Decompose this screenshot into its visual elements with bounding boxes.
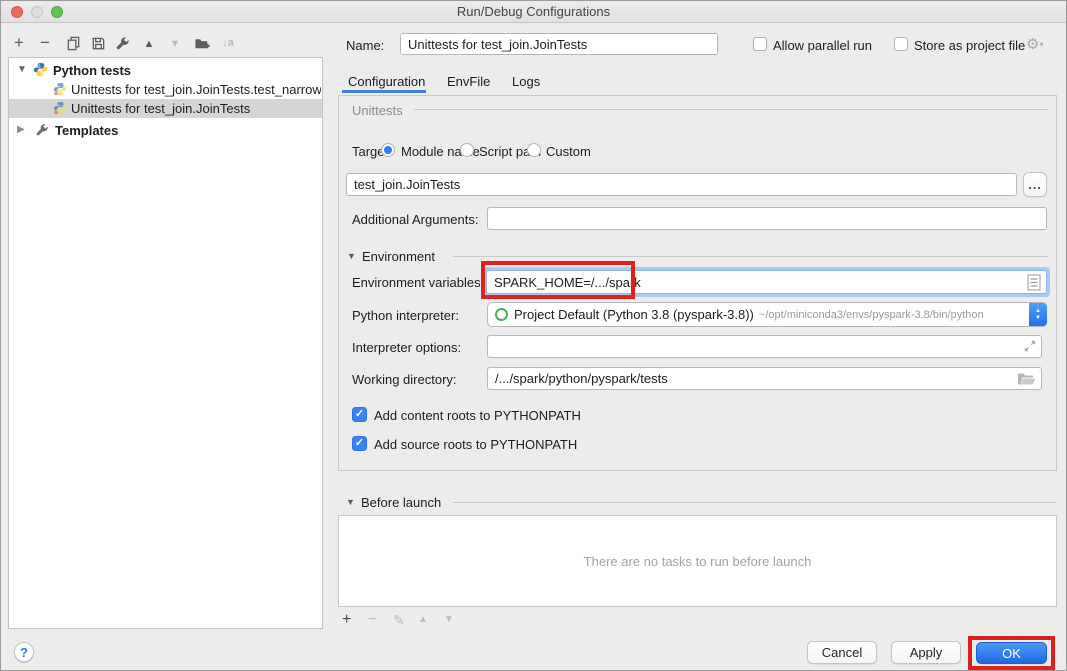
tree-item-unittests-jointests-selected[interactable]: Unittests for test_join.JoinTests	[9, 99, 322, 118]
save-configuration-icon[interactable]	[90, 35, 106, 51]
remove-task-icon: −	[368, 611, 377, 629]
before-launch-divider	[453, 502, 1056, 503]
save-icon	[91, 36, 106, 51]
before-launch-task-list: There are no tasks to run before launch	[338, 515, 1057, 607]
allow-parallel-run-checkbox[interactable]	[753, 37, 767, 51]
no-tasks-text: There are no tasks to run before launch	[584, 554, 812, 569]
ok-button[interactable]: OK	[976, 642, 1047, 664]
python-icon	[33, 62, 48, 80]
move-task-down-icon: ▼	[444, 614, 454, 625]
edit-task-icon: ✎	[393, 612, 405, 629]
add-task-icon[interactable]: +	[342, 611, 351, 629]
additional-arguments-label: Additional Arguments:	[352, 212, 478, 227]
help-button[interactable]: ?	[14, 642, 34, 662]
minimize-window-button	[31, 6, 43, 18]
interpreter-options-label: Interpreter options:	[352, 340, 461, 355]
allow-parallel-run-label[interactable]: Allow parallel run	[773, 38, 872, 53]
working-directory-label: Working directory:	[352, 372, 457, 387]
environment-group-label[interactable]: Environment	[362, 249, 435, 264]
python-interpreter-label: Python interpreter:	[352, 308, 459, 323]
remove-configuration-icon[interactable]: −	[37, 34, 53, 50]
store-as-project-file-checkbox[interactable]	[894, 37, 908, 51]
add-source-roots-label[interactable]: Add source roots to PYTHONPATH	[374, 437, 577, 452]
target-custom-radio[interactable]	[527, 143, 541, 157]
cancel-button[interactable]: Cancel	[807, 641, 877, 664]
apply-button[interactable]: Apply	[891, 641, 961, 664]
add-source-roots-checkbox[interactable]: ✓	[352, 436, 367, 451]
target-module-name-radio[interactable]	[381, 143, 395, 157]
interpreter-options-input[interactable]	[487, 335, 1042, 358]
copy-configuration-icon[interactable]	[65, 35, 81, 51]
python-test-config-icon	[53, 101, 67, 118]
tab-logs[interactable]: Logs	[512, 74, 540, 89]
environment-group-divider	[453, 256, 1048, 257]
module-name-input[interactable]	[346, 173, 1017, 196]
target-script-path-radio[interactable]	[460, 143, 474, 157]
name-input[interactable]	[400, 33, 718, 55]
add-content-roots-checkbox[interactable]: ✓	[352, 407, 367, 422]
target-custom-label[interactable]: Custom	[546, 144, 591, 159]
edit-templates-icon[interactable]	[114, 35, 130, 51]
tree-item-label: Python tests	[53, 63, 131, 78]
tree-item-label: Unittests for test_join.JoinTests	[71, 101, 250, 116]
tree-item-label: Unittests for test_join.JoinTests.test_n…	[71, 82, 321, 97]
working-directory-input[interactable]	[487, 367, 1042, 390]
tree-item-templates[interactable]: ▶ Templates	[9, 120, 322, 140]
conda-env-icon	[495, 308, 508, 321]
run-debug-configurations-dialog: { "window": { "title": "Run/Debug Config…	[0, 0, 1067, 671]
environment-collapse-icon[interactable]: ▼	[347, 251, 356, 261]
configurations-tree-panel: ▼ Python tests Unittests for test_join.J…	[8, 57, 323, 629]
folder-plus-icon	[194, 36, 210, 51]
environment-variables-input[interactable]	[486, 270, 1047, 294]
environment-variables-label: Environment variables:	[352, 275, 484, 290]
folder-browse-icon[interactable]	[1017, 372, 1036, 389]
copy-icon	[66, 36, 81, 51]
tree-item-label: Templates	[55, 123, 118, 138]
unittests-group-label: Unittests	[352, 103, 403, 118]
add-configuration-icon[interactable]: +	[11, 34, 27, 50]
python-interpreter-value: Project Default (Python 3.8 (pyspark-3.8…	[514, 307, 754, 322]
move-task-up-icon: ▲	[418, 614, 428, 625]
tree-collapse-arrow-icon[interactable]: ▼	[17, 64, 27, 75]
wrench-icon	[115, 36, 130, 51]
tab-configuration[interactable]: Configuration	[348, 74, 425, 89]
env-vars-browse-icon[interactable]	[1027, 274, 1041, 294]
browse-module-button[interactable]: ...	[1023, 172, 1047, 197]
window-title: Run/Debug Configurations	[457, 4, 610, 19]
zoom-window-button[interactable]	[51, 6, 63, 18]
select-stepper-icon[interactable]: ▲ ▼	[1029, 303, 1047, 326]
additional-arguments-input[interactable]	[487, 207, 1047, 230]
new-folder-icon[interactable]	[194, 35, 210, 51]
python-test-config-icon	[53, 82, 67, 99]
store-as-project-file-label[interactable]: Store as project file	[914, 38, 1025, 53]
name-label: Name:	[346, 38, 384, 53]
python-interpreter-select[interactable]: Project Default (Python 3.8 (pyspark-3.8…	[487, 302, 1047, 327]
expand-field-icon[interactable]	[1023, 339, 1037, 356]
close-window-button[interactable]	[11, 6, 23, 18]
gear-caret-icon: ▾	[1039, 40, 1043, 49]
gear-icon[interactable]: ⚙▾	[1026, 35, 1043, 53]
wrench-icon	[35, 123, 49, 140]
move-up-icon[interactable]: ▲	[141, 36, 157, 52]
tree-item-python-tests[interactable]: ▼ Python tests	[9, 60, 322, 80]
radio-dot	[384, 146, 392, 154]
active-tab-indicator	[342, 90, 426, 93]
python-interpreter-path: ~/opt/miniconda3/envs/pyspark-3.8/bin/py…	[759, 309, 984, 321]
sort-configurations-icon: ↓a	[220, 35, 236, 51]
tree-expand-arrow-icon[interactable]: ▶	[17, 124, 25, 135]
unittests-group-divider	[414, 109, 1048, 110]
before-launch-group-label[interactable]: Before launch	[361, 495, 441, 510]
tree-item-unittests-test-narrow[interactable]: Unittests for test_join.JoinTests.test_n…	[9, 80, 322, 99]
before-launch-collapse-icon[interactable]: ▼	[346, 497, 355, 507]
tab-envfile[interactable]: EnvFile	[447, 74, 490, 89]
add-content-roots-label[interactable]: Add content roots to PYTHONPATH	[374, 408, 581, 423]
move-down-icon: ▼	[167, 36, 183, 52]
title-bar: Run/Debug Configurations	[1, 1, 1066, 23]
